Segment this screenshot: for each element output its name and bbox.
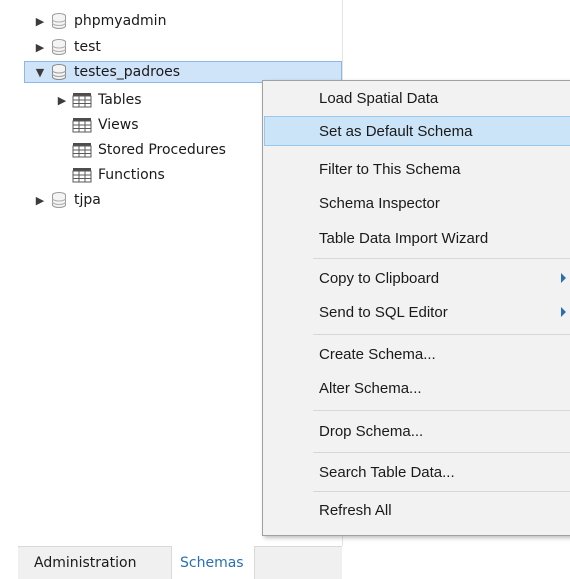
menu-item-search-table-data[interactable]: Search Table Data... — [264, 457, 570, 487]
menu-item-label: Create Schema... — [319, 345, 436, 363]
menu-separator — [313, 258, 570, 259]
tree-item-label: test — [74, 39, 101, 55]
collapse-arrow-icon[interactable]: ▼ — [32, 66, 48, 79]
menu-item-label: Filter to This Schema — [319, 160, 461, 178]
menu-item-set-as-default-schema[interactable]: Set as Default Schema — [264, 116, 570, 146]
schema-context-menu: Load Spatial Data Set as Default Schema … — [262, 80, 570, 536]
menu-item-label: Set as Default Schema — [319, 122, 473, 140]
tree-item-test[interactable]: ▶ test — [32, 36, 101, 58]
submenu-arrow-icon — [561, 307, 566, 317]
table-folder-icon — [72, 168, 92, 183]
menu-item-label: Table Data Import Wizard — [319, 229, 489, 247]
menu-item-create-schema[interactable]: Create Schema... — [264, 339, 570, 369]
table-folder-icon — [72, 93, 92, 108]
tree-item-functions[interactable]: Functions — [54, 164, 165, 186]
menu-item-refresh-all[interactable]: Refresh All — [264, 495, 570, 525]
expand-arrow-icon[interactable]: ▶ — [32, 41, 48, 54]
tree-item-label: phpmyadmin — [74, 13, 167, 29]
menu-item-label: Send to SQL Editor — [319, 303, 448, 321]
menu-item-label: Refresh All — [319, 501, 392, 519]
menu-item-label: Drop Schema... — [319, 422, 424, 440]
menu-item-label: Alter Schema... — [319, 379, 422, 397]
database-icon — [52, 39, 66, 55]
menu-item-send-to-sql-editor[interactable]: Send to SQL Editor — [264, 297, 570, 327]
menu-separator — [313, 452, 570, 453]
tree-item-label: tjpa — [74, 192, 101, 208]
expand-arrow-icon[interactable]: ▶ — [54, 94, 70, 107]
submenu-arrow-icon — [561, 273, 566, 283]
menu-item-load-spatial-data[interactable]: Load Spatial Data — [264, 83, 570, 113]
table-folder-icon — [72, 118, 92, 133]
tree-item-label: Stored Procedures — [98, 142, 226, 158]
tab-schemas[interactable]: Schemas — [171, 546, 255, 579]
tree-item-tjpa[interactable]: ▶ tjpa — [32, 189, 101, 211]
tree-item-label: Views — [98, 117, 139, 133]
menu-item-table-data-import-wizard[interactable]: Table Data Import Wizard — [264, 223, 570, 253]
menu-item-label: Search Table Data... — [319, 463, 455, 481]
menu-separator — [313, 410, 570, 411]
expand-arrow-icon[interactable]: ▶ — [32, 15, 48, 28]
menu-separator — [313, 334, 570, 335]
tab-administration[interactable]: Administration — [26, 547, 144, 579]
database-icon — [52, 13, 66, 29]
database-icon — [52, 192, 66, 208]
tree-item-phpmyadmin[interactable]: ▶ phpmyadmin — [32, 10, 166, 32]
menu-item-label: Load Spatial Data — [319, 89, 439, 107]
menu-item-alter-schema[interactable]: Alter Schema... — [264, 373, 570, 403]
menu-item-copy-to-clipboard[interactable]: Copy to Clipboard — [264, 263, 570, 293]
menu-item-filter-to-this-schema[interactable]: Filter to This Schema — [264, 154, 570, 184]
navigator-tab-bar: Administration Schemas — [18, 546, 342, 579]
menu-item-drop-schema[interactable]: Drop Schema... — [264, 416, 570, 446]
menu-separator — [313, 491, 570, 492]
tree-item-label: Tables — [98, 92, 142, 108]
tree-item-label: testes_padroes — [74, 64, 181, 80]
table-folder-icon — [72, 143, 92, 158]
menu-item-schema-inspector[interactable]: Schema Inspector — [264, 188, 570, 218]
tree-item-stored-procedures[interactable]: Stored Procedures — [54, 139, 226, 161]
menu-item-label: Schema Inspector — [319, 194, 440, 212]
expand-arrow-icon[interactable]: ▶ — [32, 194, 48, 207]
tree-item-views[interactable]: Views — [54, 114, 139, 136]
menu-item-label: Copy to Clipboard — [319, 269, 440, 287]
database-icon — [52, 64, 66, 80]
tree-item-label: Functions — [98, 167, 165, 183]
tree-item-tables[interactable]: ▶ Tables — [54, 89, 142, 111]
